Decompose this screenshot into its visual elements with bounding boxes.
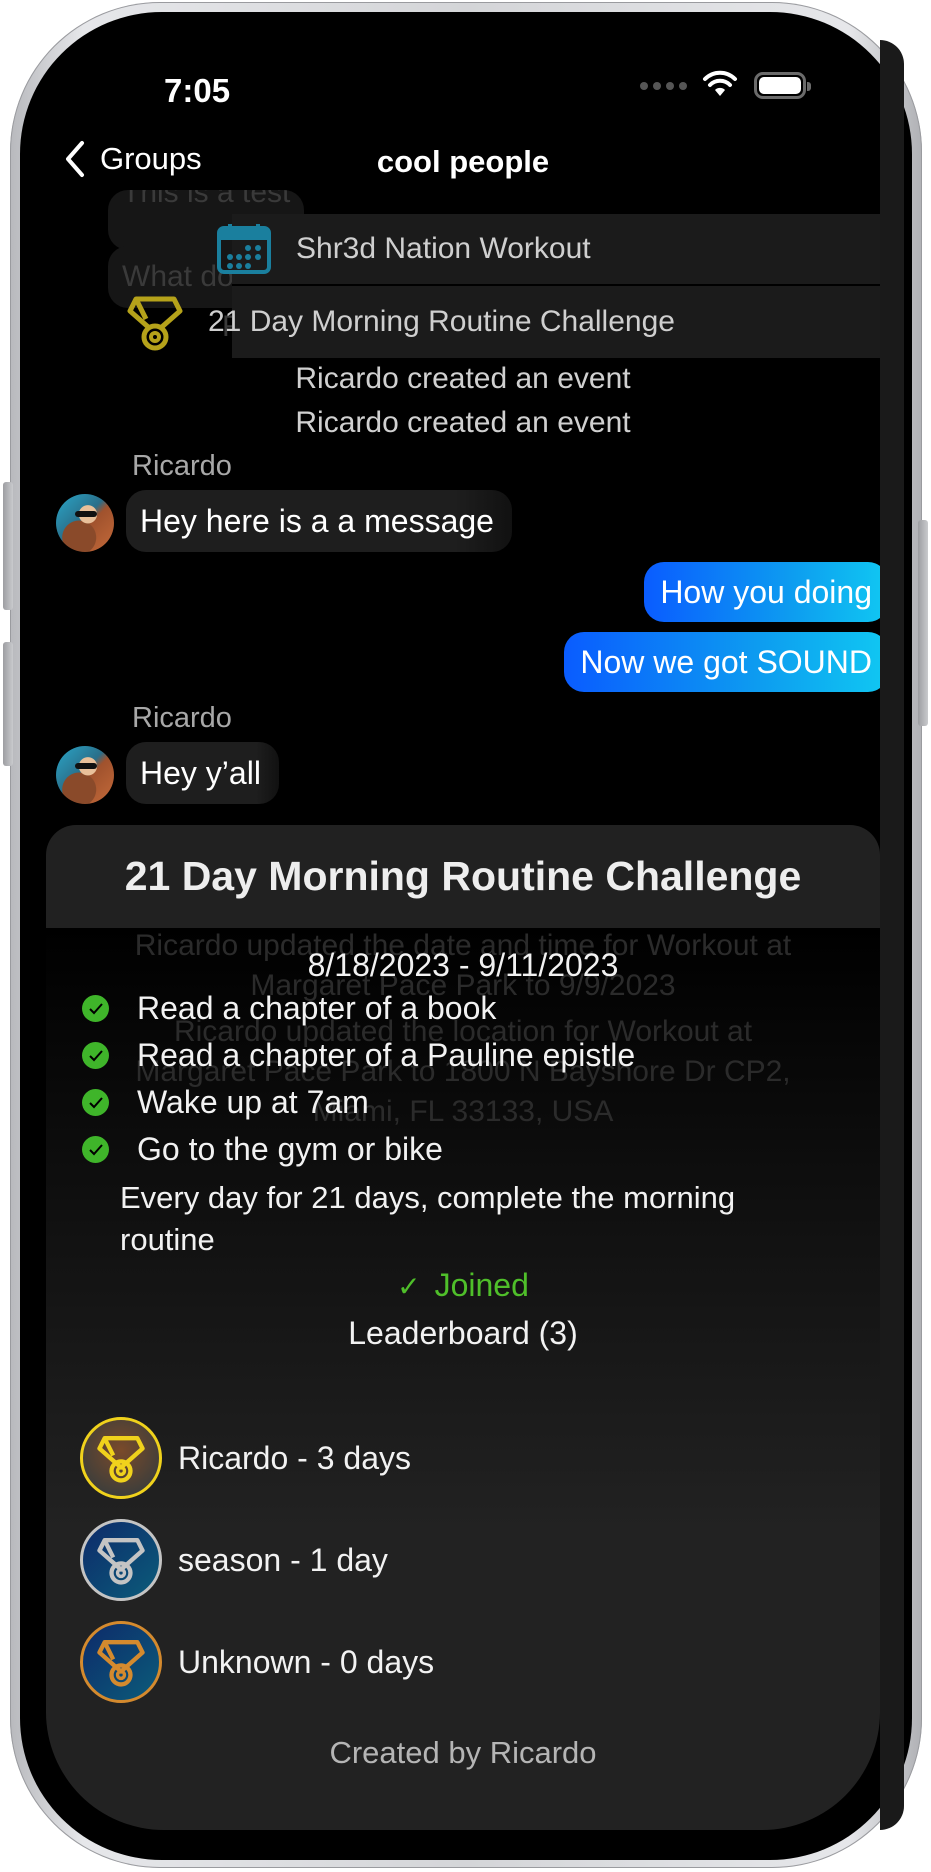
volume-down-button	[3, 642, 13, 766]
joined-label: Joined	[434, 1267, 529, 1303]
screen-edge	[880, 40, 904, 1830]
challenge-dates: 8/18/2023 - 9/11/2023	[307, 947, 619, 983]
volume-up-button	[3, 482, 13, 610]
silver-medal-icon	[80, 1519, 162, 1601]
sender-name: Ricardo	[132, 702, 232, 734]
incoming-message-bubble[interactable]: Hey y’all	[126, 742, 279, 804]
joined-button[interactable]: ✓ Joined	[46, 1267, 880, 1304]
task-item: Wake up at 7am	[82, 1079, 635, 1126]
task-label: Go to the gym or bike	[137, 1131, 443, 1167]
checkmark-icon	[82, 995, 109, 1022]
leaderboard-row[interactable]: Ricardo - 3 days	[80, 1417, 411, 1499]
challenge-sheet: 21 Day Morning Routine Challenge Ricardo…	[46, 825, 880, 1830]
bronze-medal-icon	[80, 1621, 162, 1703]
medal-icon	[127, 296, 183, 351]
task-list: Read a chapter of a book Read a chapter …	[82, 985, 635, 1173]
message-text: Now we got SOUND	[580, 643, 872, 680]
calendar-icon	[217, 224, 271, 274]
system-event-text: Ricardo created an event	[295, 362, 631, 395]
system-event-text: Ricardo created an event	[295, 406, 631, 439]
task-label: Wake up at 7am	[137, 1084, 369, 1120]
wifi-icon	[703, 70, 737, 96]
checkmark-icon	[82, 1089, 109, 1116]
cellular-signal-icon	[640, 82, 687, 90]
message-text: Hey here is a a message	[140, 502, 494, 539]
leaderboard-entry: season - 1 day	[178, 1541, 388, 1578]
app-screen: 7:05 Groups cool people This is a test W…	[46, 40, 880, 1830]
leaderboard-title: Leaderboard (3)	[348, 1315, 578, 1351]
pinned-event-workout[interactable]: Shr3d Nation Workout	[217, 214, 880, 284]
outgoing-message-bubble[interactable]: How you doing	[644, 562, 880, 622]
leaderboard-row[interactable]: Unknown - 0 days	[80, 1621, 434, 1703]
page-title: cool people	[376, 144, 550, 179]
background-message-text: This is a test	[122, 190, 291, 209]
task-item: Read a chapter of a Pauline epistle	[82, 1032, 635, 1079]
pinned-event-label: Shr3d Nation Workout	[296, 232, 591, 265]
task-item: Read a chapter of a book	[82, 985, 635, 1032]
task-label: Read a chapter of a book	[137, 990, 497, 1026]
power-button	[918, 520, 928, 726]
task-item: Go to the gym or bike	[82, 1126, 635, 1173]
checkmark-icon	[82, 1042, 109, 1069]
leaderboard-row[interactable]: season - 1 day	[80, 1519, 388, 1601]
sheet-header: 21 Day Morning Routine Challenge	[46, 825, 880, 928]
leaderboard-entry: Unknown - 0 days	[178, 1643, 435, 1680]
avatar[interactable]	[56, 494, 114, 552]
created-by-text: Created by Ricardo	[329, 1735, 597, 1770]
status-time: 7:05	[164, 72, 231, 109]
incoming-message-bubble[interactable]: Hey here is a a message	[126, 490, 512, 552]
message-text: How you doing	[660, 573, 872, 610]
pinned-challenge[interactable]: 21 Day Morning Routine Challenge	[127, 286, 880, 358]
task-label: Read a chapter of a Pauline epistle	[137, 1037, 636, 1073]
checkmark-icon	[82, 1136, 109, 1163]
challenge-description: Every day for 21 days, complete the morn…	[120, 1180, 736, 1257]
message-text: Hey y’all	[140, 754, 261, 791]
leaderboard-entry: Ricardo - 3 days	[178, 1439, 411, 1476]
pinned-challenge-label: 21 Day Morning Routine Challenge	[208, 305, 675, 338]
gold-medal-icon	[80, 1417, 162, 1499]
outgoing-message-bubble[interactable]: Now we got SOUND	[564, 632, 880, 692]
battery-icon	[754, 72, 811, 99]
check-icon: ✓	[397, 1271, 421, 1302]
avatar[interactable]	[56, 746, 114, 804]
sender-name: Ricardo	[132, 450, 232, 482]
challenge-title: 21 Day Morning Routine Challenge	[124, 853, 802, 899]
